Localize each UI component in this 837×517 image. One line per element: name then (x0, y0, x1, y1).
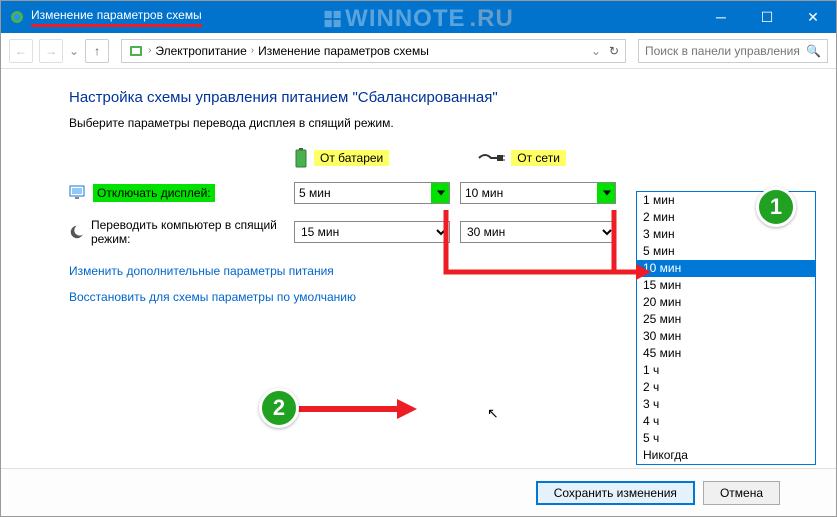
toolbar: ← → ⌄ ↑ › Электропитание › Изменение пар… (1, 33, 836, 69)
page-subtitle: Выберите параметры перевода дисплея в сп… (69, 116, 781, 130)
chevron-right-icon: › (148, 45, 151, 56)
dropdown-option[interactable]: Никогда (637, 447, 815, 464)
dropdown-option[interactable]: 4 ч (637, 413, 815, 430)
dropdown-option[interactable]: 10 мин (637, 260, 815, 277)
cursor-icon: ↖ (487, 405, 499, 422)
label-sleep: Переводить компьютер в спящий режим: (91, 218, 294, 246)
breadcrumb[interactable]: › Электропитание › Изменение параметров … (121, 39, 626, 63)
dropdown-option[interactable]: 25 мин (637, 311, 815, 328)
plug-icon (477, 150, 505, 166)
moon-icon (69, 223, 85, 241)
header-battery: От батареи (294, 148, 389, 168)
close-button[interactable]: ✕ (790, 1, 836, 33)
select-display-ac[interactable]: 10 мин (461, 183, 615, 203)
select-sleep-battery[interactable]: 15 мин (294, 221, 450, 243)
dropdown-option[interactable]: 2 ч (637, 379, 815, 396)
app-icon (9, 9, 25, 25)
select-display-battery[interactable]: 5 мин (295, 183, 449, 203)
refresh-icon[interactable]: ↻ (609, 44, 619, 58)
search-input[interactable] (645, 44, 806, 58)
window-title: Изменение параметров схемы (31, 8, 202, 27)
battery-icon (294, 148, 308, 168)
dropdown-option[interactable]: 45 мин (637, 345, 815, 362)
windows-logo-icon (323, 10, 341, 28)
cancel-button[interactable]: Отмена (703, 481, 780, 505)
save-button[interactable]: Сохранить изменения (536, 481, 695, 505)
dropdown-option[interactable]: 15 мин (637, 277, 815, 294)
breadcrumb-item-current[interactable]: Изменение параметров схемы (258, 44, 429, 58)
nav-up-button[interactable]: ↑ (85, 39, 109, 63)
dropdown-option[interactable]: 3 мин (637, 226, 815, 243)
time-dropdown[interactable]: 1 мин2 мин3 мин5 мин10 мин15 мин20 мин25… (636, 191, 816, 465)
dropdown-option[interactable]: 3 ч (637, 396, 815, 413)
dropdown-option[interactable]: 5 мин (637, 243, 815, 260)
breadcrumb-item-power[interactable]: Электропитание (155, 44, 246, 58)
chevron-right-icon: › (251, 45, 254, 56)
annotation-badge-2: 2 (259, 388, 299, 428)
annotation-arrow-2 (297, 399, 417, 419)
titlebar: Изменение параметров схемы WINNOTE.RU ─ … (1, 1, 836, 33)
label-display: Отключать дисплей: (93, 184, 215, 202)
minimize-button[interactable]: ─ (698, 1, 744, 33)
header-ac: От сети (477, 148, 566, 168)
dropdown-option[interactable]: 5 ч (637, 430, 815, 447)
control-panel-icon (128, 43, 144, 59)
nav-forward-button[interactable]: → (39, 39, 63, 63)
search-box[interactable]: 🔍 (638, 39, 828, 63)
column-headers: От батареи От сети (294, 148, 781, 168)
dropdown-option[interactable]: 20 мин (637, 294, 815, 311)
watermark: WINNOTE.RU (323, 5, 514, 33)
dropdown-option[interactable]: 30 мин (637, 328, 815, 345)
nav-back-button[interactable]: ← (9, 39, 33, 63)
nav-history-dropdown[interactable]: ⌄ (69, 44, 79, 58)
footer: Сохранить изменения Отмена (1, 468, 836, 516)
monitor-icon (69, 184, 87, 202)
dropdown-option[interactable]: 1 ч (637, 362, 815, 379)
search-icon[interactable]: 🔍 (806, 44, 821, 58)
annotation-badge-1: 1 (756, 187, 796, 227)
page-title: Настройка схемы управления питанием "Сба… (69, 89, 781, 106)
breadcrumb-dropdown-icon[interactable]: ⌄ (591, 44, 601, 58)
annotation-arrow-1b (609, 210, 649, 274)
maximize-button[interactable]: ☐ (744, 1, 790, 33)
